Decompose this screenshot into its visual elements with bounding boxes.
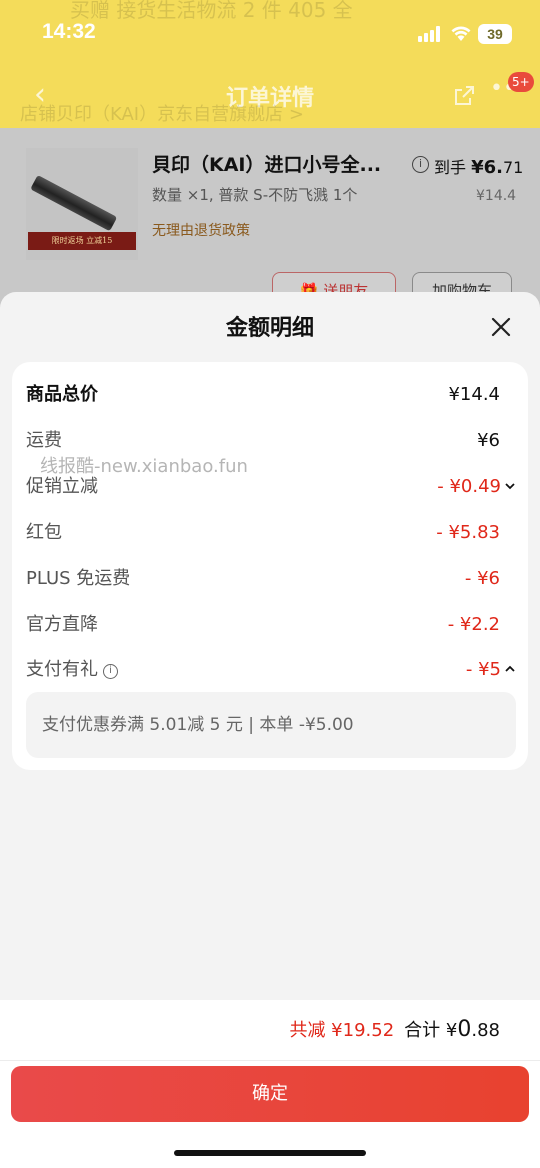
home-indicator (174, 1150, 366, 1156)
net-price-main: ¥6. (471, 157, 503, 178)
product-promo-banner: 限时返场 立减15 (28, 232, 136, 250)
shop-ghost-text: 店铺贝印（KAI）京东自营旗舰店 > (20, 104, 304, 125)
confirm-button[interactable]: 确定 (11, 1066, 529, 1122)
row-label: 商品总价 (26, 384, 98, 405)
row-value: ¥6 (477, 430, 500, 451)
row-label: 支付有礼 i (26, 655, 118, 685)
row-label: 红包 (26, 522, 62, 543)
close-icon[interactable] (486, 312, 516, 342)
total-saved: 共减 ¥19.52 (289, 1020, 395, 1041)
row-value: ¥14.4 (448, 384, 500, 405)
info-icon[interactable]: i (103, 664, 118, 679)
divider (0, 1060, 540, 1061)
cellular-signal-icon (418, 26, 444, 42)
checkout-footer: 共减 ¥19.52 合计 ¥0.88 确定 (0, 1000, 540, 1168)
row-label-text: 支付有礼 (26, 659, 98, 680)
row-value: - ¥0.49 (437, 476, 501, 497)
battery-icon: 39 (478, 24, 512, 44)
status-time: 14:32 (42, 20, 96, 43)
total-amount-dec: .88 (471, 1020, 500, 1041)
product-spec: 数量 ×1, 普款 S-不防飞溅 1个 (152, 186, 358, 204)
sheet-title: 金额明细 (225, 316, 314, 341)
chevron-up-icon[interactable] (504, 663, 516, 675)
product-title[interactable]: 貝印（KAI）进口小号全... (152, 150, 381, 177)
row-label: 促销立减 (26, 476, 98, 497)
total-label: 合计 ¥ (404, 1020, 458, 1041)
row-value: - ¥5.83 (436, 522, 500, 543)
notification-badge: 5+ (508, 72, 534, 92)
row-plus-free-shipping: PLUS 免运费 - ¥6 (12, 564, 528, 594)
net-price: 到手 ¥6.71 (434, 154, 523, 178)
info-icon[interactable]: i (412, 156, 429, 173)
order-details-background: 买赠 接货生活物流 2 件 405 全 14:32 39 ‹ 订单详情 ••• … (0, 0, 540, 330)
product-image[interactable]: 限时返场 立减15 (26, 148, 138, 260)
total-summary: 共减 ¥19.52 合计 ¥0.88 (289, 1016, 500, 1042)
share-icon[interactable] (452, 84, 476, 108)
amount-detail-sheet: 金额明细 商品总价 ¥14.4 运费 ¥6 线报酷-new.xianbao.fu… (0, 292, 540, 1000)
original-price: ¥14.4 (476, 188, 517, 204)
net-price-decimal: 71 (503, 158, 524, 177)
row-value: - ¥2.2 (447, 614, 500, 635)
row-red-packet: 红包 - ¥5.83 (12, 518, 528, 548)
amount-card: 商品总价 ¥14.4 运费 ¥6 线报酷-new.xianbao.fun 促销立… (12, 362, 528, 770)
row-official-discount: 官方直降 - ¥2.2 (12, 610, 528, 640)
nail-clipper-image (30, 174, 118, 232)
row-label: 官方直降 (26, 614, 98, 635)
net-price-label: 到手 (434, 158, 467, 177)
total-amount-int: 0 (457, 1017, 472, 1042)
row-payment-gift[interactable]: 支付有礼 i - ¥5 (12, 655, 528, 685)
chevron-down-icon[interactable] (504, 480, 516, 492)
return-policy: 无理由退货政策 (152, 223, 250, 239)
row-goods-total: 商品总价 ¥14.4 (12, 380, 528, 410)
payment-coupon-detail: 支付优惠券满 5.01减 5 元 | 本单 -¥5.00 (26, 692, 516, 758)
row-value: - ¥5 (465, 659, 501, 680)
row-label: PLUS 免运费 (26, 568, 131, 589)
wifi-icon (451, 26, 471, 41)
status-bar: 14:32 39 (0, 14, 540, 54)
row-value: - ¥6 (464, 568, 500, 589)
row-promotion-discount[interactable]: 促销立减 - ¥0.49 (12, 472, 528, 502)
